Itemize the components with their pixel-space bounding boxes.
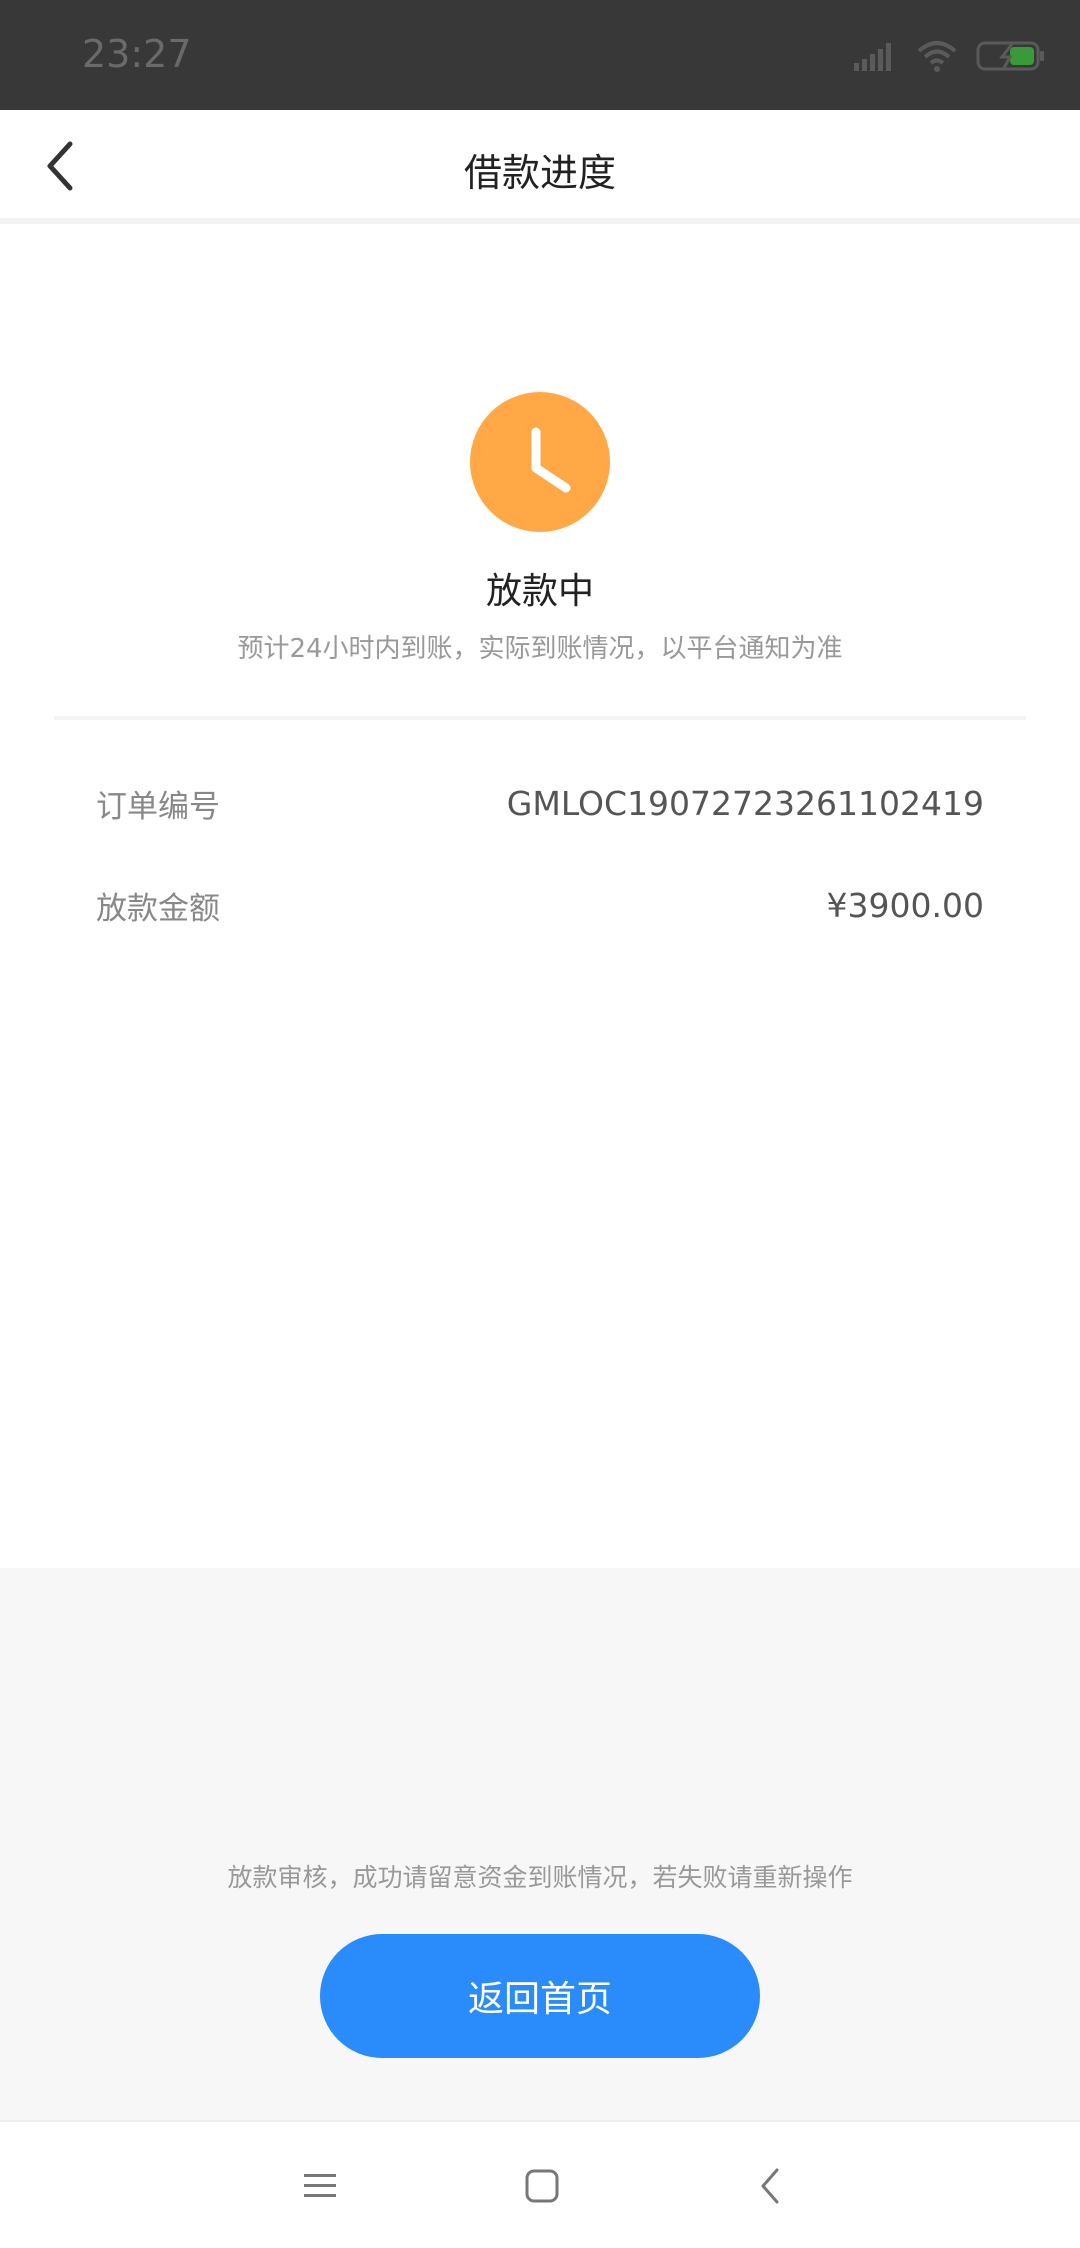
order-number-label: 订单编号 xyxy=(96,788,220,825)
order-number-value: GMLOC19072723261102419 xyxy=(506,783,984,823)
back-icon xyxy=(761,2168,779,2204)
header: 借款进度 xyxy=(0,110,1080,222)
info-row-loan-amount: 放款金额 ¥3900.00 xyxy=(96,880,984,930)
page-title: 借款进度 xyxy=(463,151,616,195)
nav-menu-button[interactable] xyxy=(284,2150,356,2222)
footer-area: 放款审核，成功请留意资金到账情况，若失败请重新操作 返回首页 xyxy=(0,1568,1080,2120)
info-row-order-number: 订单编号 GMLOC19072723261102419 xyxy=(96,778,984,828)
menu-icon xyxy=(304,2174,336,2197)
status-icons xyxy=(854,36,1046,76)
footer-notice: 放款审核，成功请留意资金到账情况，若失败请重新操作 xyxy=(227,1863,853,1892)
status-time: 23:27 xyxy=(82,32,192,76)
nav-home-button[interactable] xyxy=(506,2150,578,2222)
wifi-icon xyxy=(917,41,957,72)
status-subtitle: 预计24小时内到账，实际到账情况，以平台通知为准 xyxy=(237,634,843,664)
status-title: 放款中 xyxy=(485,571,594,612)
return-home-button[interactable]: 返回首页 xyxy=(320,1934,760,2058)
battery-charging-icon xyxy=(976,41,1044,71)
home-square-icon xyxy=(525,2169,559,2203)
status-bar: 23:27 xyxy=(0,0,1080,110)
loan-amount-value: ¥3900.00 xyxy=(826,885,984,925)
signal-icon xyxy=(854,43,891,71)
system-nav-bar xyxy=(0,2120,1080,2248)
main-content: 放款中 预计24小时内到账，实际到账情况，以平台通知为准 订单编号 GMLOC1… xyxy=(0,224,1080,1568)
nav-back-button[interactable] xyxy=(734,2150,806,2222)
divider xyxy=(54,716,1026,720)
clock-icon xyxy=(470,392,610,532)
loan-amount-label: 放款金额 xyxy=(96,890,220,927)
